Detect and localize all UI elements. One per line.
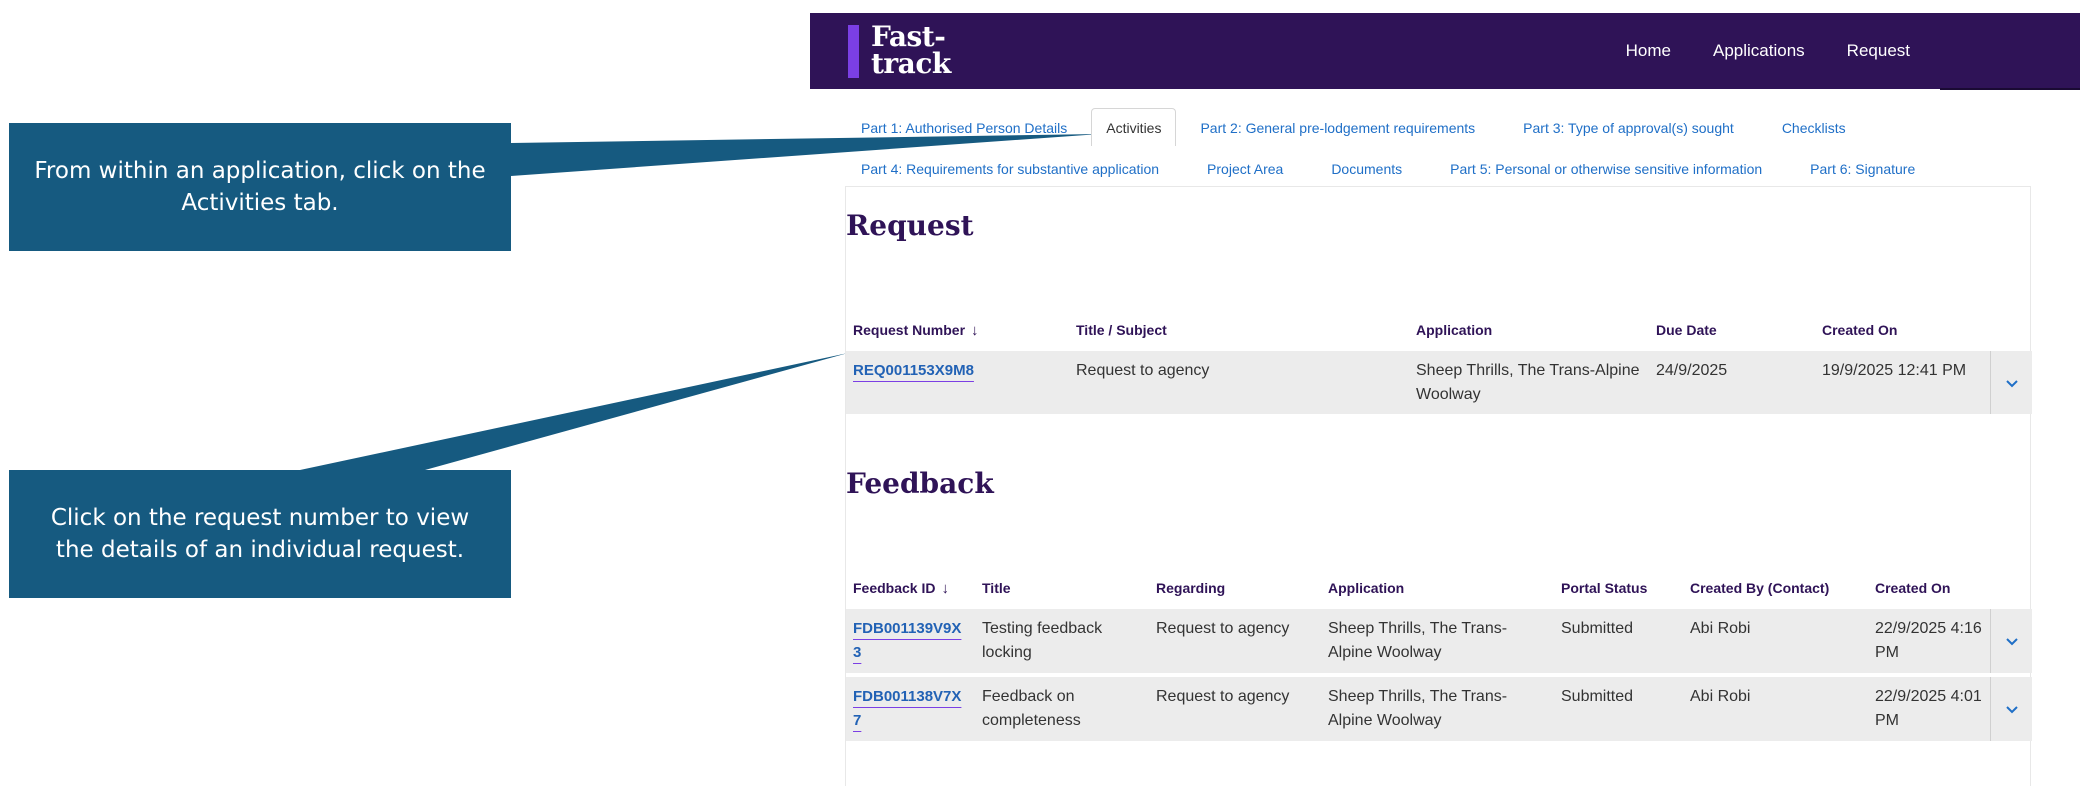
chevron-down-icon[interactable] xyxy=(1990,351,2032,414)
nav-applications[interactable]: Applications xyxy=(1713,41,1805,61)
tab-activities[interactable]: Activities xyxy=(1091,108,1177,146)
callout-activities-tab: From within an application, click on the… xyxy=(9,123,511,251)
callout-pointer-request-number xyxy=(300,353,848,470)
tab-row-2: Part 4: Requirements for substantive app… xyxy=(848,146,2060,187)
col-feedback-id[interactable]: Feedback ID ↓ xyxy=(853,580,949,597)
col-regarding[interactable]: Regarding xyxy=(1156,580,1225,596)
feedback-title: Feedback on completeness xyxy=(982,688,1081,729)
feedback-id-link[interactable]: FDB001139V9X3 xyxy=(853,620,961,661)
feedback-title: Testing feedback locking xyxy=(982,620,1103,661)
tab-documents[interactable]: Documents xyxy=(1307,151,1426,187)
feedback-status: Submitted xyxy=(1561,620,1634,637)
tab-part-2[interactable]: Part 2: General pre-lodgement requiremen… xyxy=(1176,110,1499,146)
main-nav: Home Applications Request xyxy=(1626,13,1910,89)
fast-track-logo[interactable]: Fast- track xyxy=(848,23,951,78)
feedback-created-by: Abi Robi xyxy=(1690,620,1751,637)
col-created-by[interactable]: Created By (Contact) xyxy=(1690,580,1829,596)
tab-part-6[interactable]: Part 6: Signature xyxy=(1786,151,1939,187)
tab-part-1[interactable]: Part 1: Authorised Person Details xyxy=(848,110,1091,146)
arrow-down-icon: ↓ xyxy=(941,580,949,597)
col-application[interactable]: Application xyxy=(1416,322,1492,338)
request-number-link[interactable]: REQ001153X9M8 xyxy=(853,362,974,379)
feedback-created-by: Abi Robi xyxy=(1690,688,1751,705)
col-title[interactable]: Title xyxy=(982,580,1011,596)
col-request-number[interactable]: Request Number ↓ xyxy=(853,322,979,339)
request-application: Sheep Thrills, The Trans-Alpine Woolway xyxy=(1416,362,1640,403)
tab-project-area[interactable]: Project Area xyxy=(1183,151,1307,187)
col-created-on[interactable]: Created On xyxy=(1822,322,1897,338)
logo-line-1: Fast- xyxy=(871,20,946,53)
arrow-down-icon: ↓ xyxy=(971,322,979,339)
col-application[interactable]: Application xyxy=(1328,580,1404,596)
tab-part-3[interactable]: Part 3: Type of approval(s) sought xyxy=(1499,110,1758,146)
callout-request-number: Click on the request number to view the … xyxy=(9,470,511,598)
logo-line-2: track xyxy=(871,47,951,80)
feedback-id-link[interactable]: FDB001138V7X7 xyxy=(853,688,961,729)
table-row: FDB001138V7X7 Feedback on completeness R… xyxy=(846,677,2032,741)
feedback-regarding: Request to agency xyxy=(1156,620,1290,637)
nav-request[interactable]: Request xyxy=(1847,41,1910,61)
portal-window: Fast- track Home Applications Request Pa… xyxy=(810,13,2080,786)
feedback-created-on: 22/9/2025 4:16 PM xyxy=(1875,620,1982,661)
request-due-date: 24/9/2025 xyxy=(1656,362,1728,379)
tab-row-1: Part 1: Authorised Person Details Activi… xyxy=(848,105,2060,146)
chevron-down-icon[interactable] xyxy=(1990,609,2032,673)
request-subject: Request to agency xyxy=(1076,362,1210,379)
table-row: FDB001139V9X3 Testing feedback locking R… xyxy=(846,609,2032,673)
logo-bar xyxy=(848,25,859,78)
col-due-date[interactable]: Due Date xyxy=(1656,322,1717,338)
request-created-on: 19/9/2025 12:41 PM xyxy=(1822,362,1967,379)
feedback-application: Sheep Thrills, The Trans-Alpine Woolway xyxy=(1328,620,1508,661)
table-row: REQ001153X9M8 Request to agency Sheep Th… xyxy=(846,351,2032,414)
logo-text: Fast- track xyxy=(871,23,951,78)
col-portal-status[interactable]: Portal Status xyxy=(1561,580,1647,596)
chevron-down-icon[interactable] xyxy=(1990,677,2032,741)
tab-part-5[interactable]: Part 5: Personal or otherwise sensitive … xyxy=(1426,151,1786,187)
feedback-created-on: 22/9/2025 4:01 PM xyxy=(1875,688,1982,729)
header-rule xyxy=(1940,88,2080,90)
nav-home[interactable]: Home xyxy=(1626,41,1671,61)
request-section-title: Request xyxy=(846,209,974,242)
feedback-application: Sheep Thrills, The Trans-Alpine Woolway xyxy=(1328,688,1508,729)
application-tabs: Part 1: Authorised Person Details Activi… xyxy=(848,105,2060,187)
site-header: Fast- track Home Applications Request xyxy=(810,13,2080,89)
feedback-section-title: Feedback xyxy=(846,467,994,500)
tab-part-4[interactable]: Part 4: Requirements for substantive app… xyxy=(848,151,1183,187)
feedback-status: Submitted xyxy=(1561,688,1634,705)
col-created-on[interactable]: Created On xyxy=(1875,580,1950,596)
tab-checklists[interactable]: Checklists xyxy=(1758,110,1870,146)
col-title-subject[interactable]: Title / Subject xyxy=(1076,322,1167,338)
feedback-regarding: Request to agency xyxy=(1156,688,1290,705)
